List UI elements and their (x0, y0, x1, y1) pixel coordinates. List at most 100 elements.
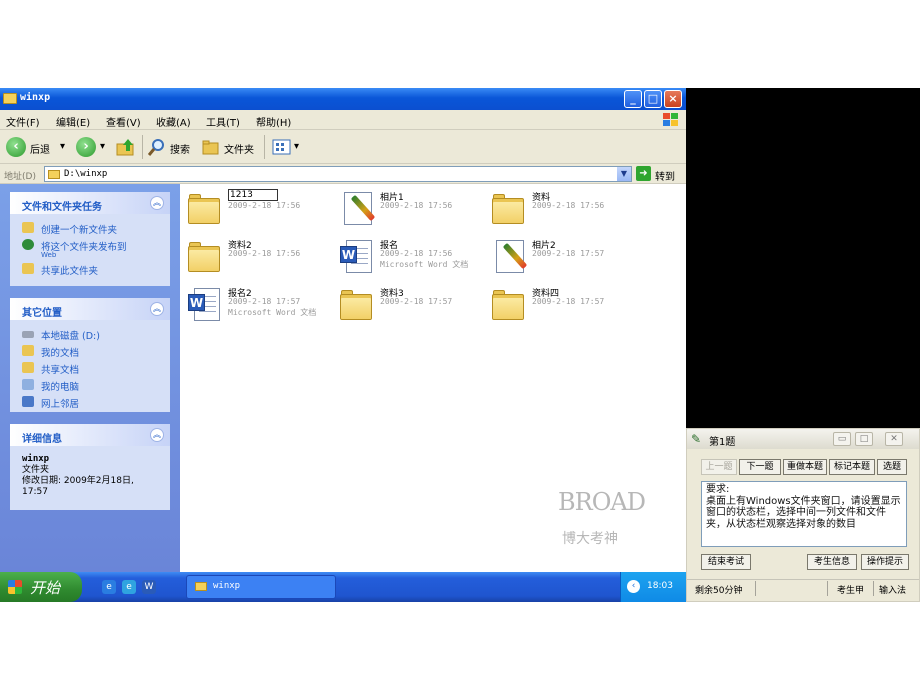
go-arrow-icon: ➜ (636, 166, 651, 181)
collapse-chevron-icon[interactable]: ︽ (150, 196, 164, 210)
place-shared-documents[interactable]: 共享文档 (22, 360, 170, 377)
menu-favorites[interactable]: 收藏(A) (156, 114, 191, 129)
views-dropdown-icon[interactable]: ▾ (294, 141, 299, 152)
minimize-button[interactable]: _ (624, 90, 642, 108)
taskbar: 开始 e e W winxp ‹ 18:03 (0, 572, 686, 602)
search-icon[interactable] (148, 138, 166, 156)
panel-header[interactable]: 文件和文件夹任务 ︽ (10, 192, 170, 214)
word-document-icon: W (338, 238, 374, 274)
end-exam-button[interactable]: 结束考试 (701, 554, 751, 570)
task-share-folder[interactable]: 共享此文件夹 (22, 261, 170, 278)
task-new-folder[interactable]: 创建一个新文件夹 (22, 220, 170, 237)
file-item[interactable]: 资料四 2009-2-18 17:57 (486, 282, 636, 330)
watermark-subtext: 博大考神 (562, 531, 618, 547)
back-button-label[interactable]: 后退 (30, 141, 50, 156)
file-item[interactable]: 相片1 2009-2-18 17:56 (334, 186, 484, 234)
file-list: 1213 2009-2-18 17:56 相片1 2009-2-18 17:56… (180, 184, 686, 572)
address-label: 地址(D) (4, 172, 36, 182)
start-button[interactable]: 开始 (0, 572, 82, 602)
window-title: winxp (20, 92, 51, 103)
maximize-button[interactable]: □ (644, 90, 662, 108)
file-date: 2009-2-18 17:57 (228, 297, 301, 306)
file-item[interactable]: W 报名2 2009-2-18 17:57 Microsoft Word 文档 (182, 282, 332, 330)
search-button-label[interactable]: 搜索 (170, 141, 190, 156)
exam-minimize-button[interactable]: ▭ (833, 432, 851, 446)
views-icon[interactable] (272, 139, 292, 155)
redo-question-button[interactable]: 重做本题 (783, 459, 827, 475)
word-quicklaunch-icon[interactable]: W (142, 580, 156, 594)
file-item[interactable]: 资料 2009-2-18 17:56 (486, 186, 636, 234)
status-separator (827, 581, 828, 596)
panel-header[interactable]: 其它位置 ︽ (10, 298, 170, 320)
ie-quicklaunch-icon[interactable]: e (102, 580, 116, 594)
back-dropdown-icon[interactable]: ▾ (60, 141, 65, 152)
exam-title: 第1题 (709, 437, 736, 448)
operation-hint-button[interactable]: 操作提示 (861, 554, 909, 570)
place-label: 我的电脑 (41, 382, 80, 393)
address-dropdown-icon[interactable]: ▼ (617, 167, 631, 181)
shared-folder-icon (22, 362, 34, 373)
file-name[interactable]: 1213 (228, 189, 278, 201)
menu-edit[interactable]: 编辑(E) (56, 114, 90, 129)
folders-button-label[interactable]: 文件夹 (224, 141, 254, 156)
watermark-text: BROAD (558, 488, 646, 516)
panel-header[interactable]: 详细信息 ︽ (10, 424, 170, 446)
place-label: 网上邻居 (41, 399, 80, 410)
task-label: 创建一个新文件夹 (41, 225, 118, 236)
place-my-computer[interactable]: 我的电脑 (22, 377, 170, 394)
exam-maximize-button[interactable]: □ (855, 432, 873, 446)
documents-folder-icon (22, 345, 34, 356)
menu-tools[interactable]: 工具(T) (206, 114, 240, 129)
back-arrow-icon[interactable]: ‹ (6, 137, 26, 157)
forward-dropdown-icon[interactable]: ▾ (100, 141, 105, 152)
status-separator (873, 581, 874, 596)
tray-expand-icon[interactable]: ‹ (627, 580, 640, 593)
close-button[interactable]: × (664, 90, 682, 108)
candidate-name: 考生甲 (837, 586, 865, 596)
file-item[interactable]: 相片2 2009-2-18 17:57 (486, 234, 636, 282)
next-question-button[interactable]: 下一题 (739, 459, 781, 475)
place-local-disk[interactable]: 本地磁盘 (D:) (22, 326, 170, 343)
exam-close-button[interactable]: ✕ (885, 432, 903, 446)
go-button-label: 转到 (655, 172, 675, 183)
file-item[interactable]: 资料3 2009-2-18 17:57 (334, 282, 484, 330)
exam-title-bar[interactable]: ✎ 第1题 ▭ □ ✕ (687, 429, 919, 449)
folder-icon (490, 286, 526, 322)
address-input[interactable]: D:\winxp ▼ (44, 166, 632, 182)
picture-file-icon (338, 190, 376, 226)
system-tray: ‹ 18:03 (620, 572, 686, 602)
file-date: 2009-2-18 17:56 (532, 201, 605, 210)
collapse-chevron-icon[interactable]: ︽ (150, 428, 164, 442)
file-item[interactable]: 资料2 2009-2-18 17:56 (182, 234, 332, 282)
task-publish-web[interactable]: 将这个文件夹发布到 Web (22, 237, 170, 261)
address-value: D:\winxp (64, 169, 108, 179)
picture-file-icon (490, 238, 528, 274)
exam-requirement-text: 要求: 桌面上有Windows文件夹窗口，请设置显示窗口的状态栏，选择中间一列文… (701, 481, 907, 547)
taskbar-item-winxp[interactable]: winxp (186, 575, 336, 599)
go-button[interactable]: ➜ 转到 (636, 166, 682, 183)
mark-question-button[interactable]: 标记本题 (829, 459, 875, 475)
place-network[interactable]: 网上邻居 (22, 394, 170, 411)
candidate-info-button[interactable]: 考生信息 (807, 554, 857, 570)
folder-icon (3, 93, 17, 104)
menu-help[interactable]: 帮助(H) (256, 114, 291, 129)
input-method[interactable]: 输入法 (879, 583, 906, 596)
select-question-button[interactable]: 选题 (877, 459, 907, 475)
previous-question-button[interactable]: 上一题 (701, 459, 737, 475)
place-label: 我的文档 (41, 348, 80, 359)
up-folder-icon[interactable] (116, 137, 136, 157)
file-item[interactable]: 1213 2009-2-18 17:56 (182, 186, 332, 234)
menu-view[interactable]: 查看(V) (106, 114, 141, 129)
place-label: 本地磁盘 (D:) (41, 331, 100, 342)
folders-icon[interactable] (202, 139, 220, 155)
file-type: Microsoft Word 文档 (380, 260, 469, 269)
menu-file[interactable]: 文件(F) (6, 114, 40, 129)
forward-arrow-icon[interactable]: › (76, 137, 96, 157)
file-item[interactable]: W 报名 2009-2-18 17:56 Microsoft Word 文档 (334, 234, 484, 282)
broad-watermark-logo: BROAD 博大考神 (558, 484, 668, 564)
ie-browser-icon[interactable]: e (122, 580, 136, 594)
place-my-documents[interactable]: 我的文档 (22, 343, 170, 360)
file-date: 2009-2-18 17:56 (228, 201, 301, 210)
title-bar[interactable]: winxp _ □ × (0, 88, 686, 110)
collapse-chevron-icon[interactable]: ︽ (150, 302, 164, 316)
